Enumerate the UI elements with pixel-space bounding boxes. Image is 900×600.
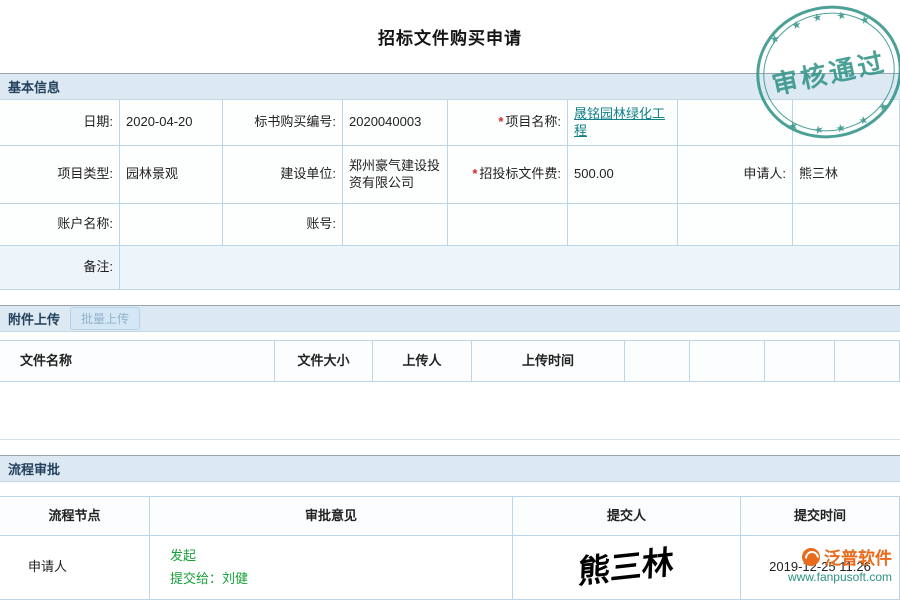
- doc-fee-label: * 招投标文件费:: [448, 146, 568, 204]
- upload-time-header: 上传时间: [472, 341, 625, 382]
- approval-row: 申请人 发起 提交给：刘健 熊三林 2019-12-25 11:26: [0, 536, 900, 600]
- account-name-value: [120, 204, 223, 246]
- opinion-submitted-to: 提交给：刘健: [170, 571, 248, 588]
- basic-info-row-3: 账户名称: 账号:: [0, 204, 900, 246]
- doc-fee-value: 500.00: [568, 146, 678, 204]
- flow-node-header: 流程节点: [0, 497, 150, 536]
- attachments-empty-area: [0, 382, 900, 440]
- page: 招标文件购买申请 审核通过 基本信息 日期: 2020-04-20 标书购买编号…: [0, 0, 900, 600]
- project-name-label-text: 项目名称:: [505, 114, 561, 131]
- submitter-signature-cell: 熊三林: [513, 536, 741, 600]
- empty-header-cell: [765, 341, 835, 382]
- project-name-label: * 项目名称:: [448, 100, 568, 146]
- section-title: 基本信息: [8, 77, 60, 96]
- applicant-label: 申请人:: [678, 146, 793, 204]
- submit-time-header: 提交时间: [741, 497, 900, 536]
- account-name-label: 账户名称:: [0, 204, 120, 246]
- empty-cell: [448, 204, 568, 246]
- uploader-header: 上传人: [373, 341, 472, 382]
- empty-header-cell: [690, 341, 765, 382]
- date-label: 日期:: [0, 100, 120, 146]
- vendor-brand: 泛普软件: [824, 544, 892, 569]
- project-name-value: 晟铭园林绿化工程: [568, 100, 678, 146]
- date-value: 2020-04-20: [120, 100, 223, 146]
- vendor-watermark: 泛普软件 www.fanpusoft.com: [788, 544, 892, 584]
- doc-no-label: 标书购买编号:: [223, 100, 343, 146]
- spacer: [0, 290, 900, 305]
- empty-cell: [568, 204, 678, 246]
- basic-info-row-2: 项目类型: 园林景观 建设单位: 郑州豪气建设投资有限公司 * 招投标文件费: …: [0, 146, 900, 204]
- spacer: [0, 332, 900, 340]
- empty-cell: [793, 204, 900, 246]
- attachments-header-row: 文件名称 文件大小 上传人 上传时间: [0, 340, 900, 382]
- remark-label: 备注:: [0, 246, 120, 290]
- basic-info-row-4: 备注:: [0, 246, 900, 290]
- construction-unit-label: 建设单位:: [223, 146, 343, 204]
- empty-cell: [678, 204, 793, 246]
- vendor-url: www.fanpusoft.com: [788, 570, 892, 584]
- file-name-header: 文件名称: [0, 341, 275, 382]
- flow-node-value: 申请人: [0, 536, 150, 600]
- spacer: [0, 440, 900, 455]
- opinion-action: 发起: [170, 548, 196, 565]
- project-name-link[interactable]: 晟铭园林绿化工程: [574, 106, 671, 140]
- required-asterisk: *: [472, 166, 477, 183]
- watermark-brand-row: 泛普软件: [788, 544, 892, 569]
- page-title: 招标文件购买申请: [378, 24, 522, 49]
- empty-header-cell: [625, 341, 690, 382]
- required-asterisk: *: [498, 114, 503, 131]
- spacer: [0, 482, 900, 496]
- account-no-value: [343, 204, 448, 246]
- batch-upload-button[interactable]: 批量上传: [70, 307, 140, 330]
- approval-header-row: 流程节点 审批意见 提交人 提交时间: [0, 496, 900, 536]
- signature: 熊三林: [578, 541, 675, 593]
- applicant-value: 熊三林: [793, 146, 900, 204]
- vendor-logo-icon: [802, 548, 820, 566]
- section-bar-approval: 流程审批: [0, 455, 900, 482]
- project-type-label: 项目类型:: [0, 146, 120, 204]
- empty-header-cell: [835, 341, 900, 382]
- section-title: 流程审批: [8, 459, 60, 478]
- submitter-header: 提交人: [513, 497, 741, 536]
- construction-unit-value: 郑州豪气建设投资有限公司: [343, 146, 448, 204]
- project-type-value: 园林景观: [120, 146, 223, 204]
- file-size-header: 文件大小: [275, 341, 373, 382]
- section-bar-attachments: 附件上传 批量上传: [0, 305, 900, 332]
- approval-opinion-header: 审批意见: [150, 497, 513, 536]
- remark-value: [120, 246, 900, 290]
- doc-no-value: 2020040003: [343, 100, 448, 146]
- approval-opinion-cell: 发起 提交给：刘健: [150, 536, 513, 600]
- approval-stamp: 审核通过: [744, 0, 900, 152]
- doc-fee-label-text: 招投标文件费:: [479, 166, 561, 183]
- account-no-label: 账号:: [223, 204, 343, 246]
- section-title: 附件上传: [8, 309, 60, 328]
